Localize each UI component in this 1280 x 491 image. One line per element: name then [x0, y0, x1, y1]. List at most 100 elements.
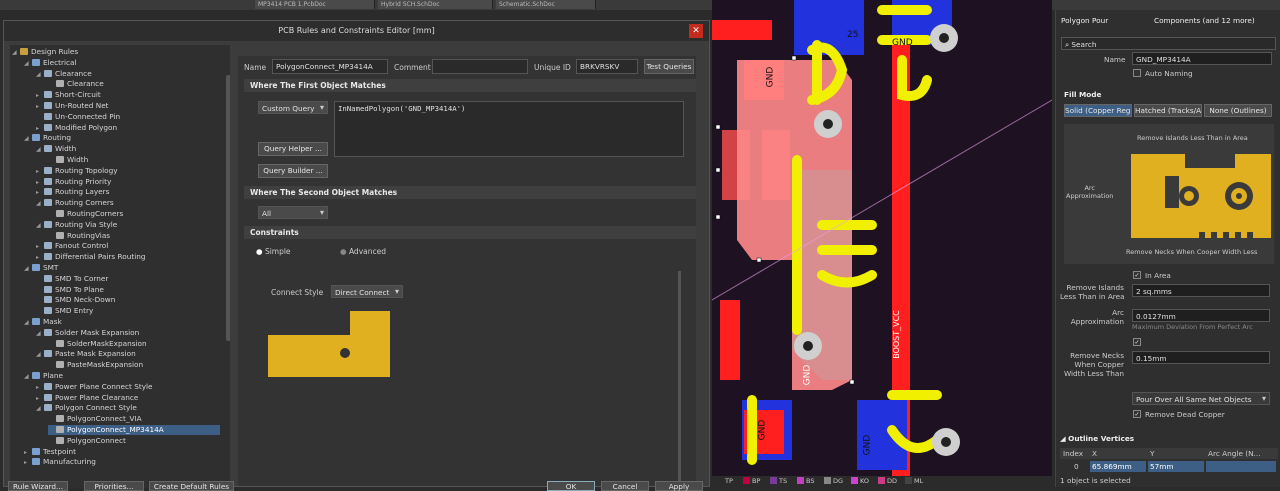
rule-wizard-button[interactable]: Rule Wizard... — [8, 481, 68, 491]
remove-necks-field[interactable]: 0.15mm — [1132, 351, 1270, 364]
tree-item[interactable]: ◢ Plane — [24, 371, 220, 381]
remove-necks-checkbox[interactable]: ✓ — [1133, 338, 1141, 346]
tree-item[interactable]: Un-Connected Pin — [36, 112, 220, 122]
collapsed-arrow-icon[interactable]: ▸ — [36, 383, 44, 393]
tree-item[interactable]: PolygonConnect — [48, 436, 220, 446]
collapsed-arrow-icon[interactable]: ▸ — [36, 253, 44, 263]
in-area-checkbox[interactable]: ✓ — [1133, 271, 1141, 279]
vertex-arc-angle[interactable] — [1206, 461, 1276, 472]
pcb-canvas[interactable]: GND 25 GND GND BOOST_VCC GND GND — [712, 0, 1052, 487]
tree-item[interactable]: SMD To Corner — [36, 274, 220, 284]
close-icon[interactable]: ✕ — [689, 24, 703, 38]
collapsed-arrow-icon[interactable]: ▸ — [36, 124, 44, 134]
expanded-arrow-icon[interactable]: ◢ — [12, 48, 20, 58]
expanded-arrow-icon[interactable]: ◢ — [24, 134, 32, 144]
arc-approximation-field[interactable]: 0.0127mm — [1132, 309, 1270, 322]
custom-query-dropdown[interactable]: Custom Query — [258, 101, 328, 114]
collapsed-arrow-icon[interactable]: ▸ — [24, 448, 32, 458]
connect-style-dropdown[interactable]: Direct Connect — [331, 285, 403, 298]
tree-item[interactable]: ◢ Design Rules — [12, 47, 220, 57]
vertex-x[interactable]: 65.869mm — [1090, 461, 1146, 472]
panel-scope[interactable]: Components (and 12 more) — [1154, 16, 1255, 25]
priorities-button[interactable]: Priorities... — [84, 481, 144, 491]
tree-item[interactable]: ▸ Testpoint — [24, 447, 220, 457]
tree-item[interactable]: SMD To Plane — [36, 285, 220, 295]
expanded-arrow-icon[interactable]: ◢ — [36, 329, 44, 339]
auto-naming-checkbox[interactable] — [1133, 69, 1141, 77]
cancel-button[interactable]: Cancel — [601, 481, 649, 491]
vertex-row[interactable]: 0 65.869mm 57mm — [1060, 461, 1278, 472]
fill-none-tab[interactable]: None (Outlines) — [1204, 104, 1272, 117]
tree-item[interactable]: Clearance — [48, 79, 220, 89]
comment-field[interactable] — [432, 59, 528, 74]
tree-item[interactable]: PolygonConnect_VIA — [48, 414, 220, 424]
collapsed-arrow-icon[interactable]: ▸ — [24, 458, 32, 468]
expanded-arrow-icon[interactable]: ◢ — [36, 199, 44, 209]
rule-name-field[interactable]: PolygonConnect_MP3414A — [272, 59, 388, 74]
tree-item[interactable]: SolderMaskExpansion — [48, 339, 220, 349]
tree-item[interactable]: ◢ SMT — [24, 263, 220, 273]
collapsed-arrow-icon[interactable]: ▸ — [36, 102, 44, 112]
tree-item[interactable]: ▸ Un-Routed Net — [36, 101, 220, 111]
advanced-radio[interactable]: ● Advanced — [340, 247, 386, 256]
tree-item[interactable]: ◢ Paste Mask Expansion — [36, 349, 220, 359]
collapsed-arrow-icon[interactable]: ▸ — [36, 167, 44, 177]
expanded-arrow-icon[interactable]: ◢ — [24, 59, 32, 69]
tree-item[interactable]: PolygonConnect_MP3414A — [48, 425, 220, 435]
rules-tree[interactable]: ◢ Design Rules ◢ Electrical ◢ Clearance Cleara… — [10, 45, 230, 488]
layer-tab[interactable]: TS — [770, 477, 787, 485]
collapsed-arrow-icon[interactable]: ▸ — [36, 91, 44, 101]
tree-item[interactable]: ◢ Mask — [24, 317, 220, 327]
layer-tab[interactable]: ML — [905, 477, 923, 485]
tree-item[interactable]: ◢ Polygon Connect Style — [36, 403, 220, 413]
layer-tab[interactable]: DD — [878, 477, 897, 485]
tree-item[interactable]: ▸ Differential Pairs Routing — [36, 252, 220, 262]
collapsed-arrow-icon[interactable]: ▸ — [36, 188, 44, 198]
layer-tab[interactable]: DG — [824, 477, 843, 485]
tree-item[interactable]: ▸ Power Plane Connect Style — [36, 382, 220, 392]
doc-tab-schematic[interactable]: Schematic.SchDoc — [496, 0, 596, 9]
tree-item[interactable]: ▸ Routing Topology — [36, 166, 220, 176]
expanded-arrow-icon[interactable]: ◢ — [36, 404, 44, 414]
expanded-arrow-icon[interactable]: ◢ — [24, 264, 32, 274]
doc-tab-pcb[interactable]: MP3414 PCB 1.PcbDoc — [255, 0, 375, 9]
expanded-arrow-icon[interactable]: ◢ — [36, 221, 44, 231]
tree-item[interactable]: ◢ Solder Mask Expansion — [36, 328, 220, 338]
tree-item[interactable]: ▸ Fanout Control — [36, 241, 220, 251]
pour-over-dropdown[interactable]: Pour Over All Same Net Objects — [1132, 392, 1270, 405]
vertex-y[interactable]: 57mm — [1148, 461, 1204, 472]
tree-item[interactable]: RoutingVias — [48, 231, 220, 241]
apply-button[interactable]: Apply — [655, 481, 703, 491]
tree-item[interactable]: RoutingCorners — [48, 209, 220, 219]
tree-item[interactable]: ◢ Clearance — [36, 69, 220, 79]
expanded-arrow-icon[interactable]: ◢ — [24, 318, 32, 328]
test-queries-button[interactable]: Test Queries — [644, 59, 694, 74]
unique-id-field[interactable]: BRKVRSKV — [576, 59, 638, 74]
tree-item[interactable]: ◢ Routing — [24, 133, 220, 143]
layer-tab[interactable]: TP — [716, 477, 733, 485]
tree-item[interactable]: ▸ Modified Polygon — [36, 123, 220, 133]
tree-item[interactable]: ◢ Width — [36, 144, 220, 154]
tree-item[interactable]: SMD Neck-Down — [36, 295, 220, 305]
expanded-arrow-icon[interactable]: ◢ — [36, 70, 44, 80]
tree-item[interactable]: SMD Entry — [36, 306, 220, 316]
layer-tab[interactable]: BS — [797, 477, 814, 485]
doc-tab-hybrid[interactable]: Hybrid SCH.SchDoc — [378, 0, 493, 9]
simple-radio[interactable]: ● Simple — [256, 247, 291, 256]
panel-name-field[interactable]: GND_MP3414A — [1132, 52, 1272, 65]
tree-scrollbar[interactable] — [226, 75, 230, 341]
collapsed-arrow-icon[interactable]: ▸ — [36, 242, 44, 252]
tree-item[interactable]: ▸ Routing Priority — [36, 177, 220, 187]
layer-tab[interactable]: KO — [851, 477, 869, 485]
create-default-rules-button[interactable]: Create Default Rules — [149, 481, 234, 491]
ok-button[interactable]: OK — [547, 481, 595, 491]
remove-islands-field[interactable]: 2 sq.mms — [1132, 284, 1270, 297]
tree-item[interactable]: ◢ Routing Via Style — [36, 220, 220, 230]
detail-scrollbar[interactable] — [678, 271, 681, 481]
tree-item[interactable]: Width — [48, 155, 220, 165]
remove-dead-copper-checkbox[interactable]: ✓ — [1133, 410, 1141, 418]
query-editor[interactable]: InNamedPolygon('GND_MP3414A') — [334, 101, 684, 157]
collapsed-arrow-icon[interactable]: ▸ — [36, 178, 44, 188]
tree-item[interactable]: ▸ Power Plane Clearance — [36, 393, 220, 403]
collapsed-arrow-icon[interactable]: ▸ — [36, 394, 44, 404]
